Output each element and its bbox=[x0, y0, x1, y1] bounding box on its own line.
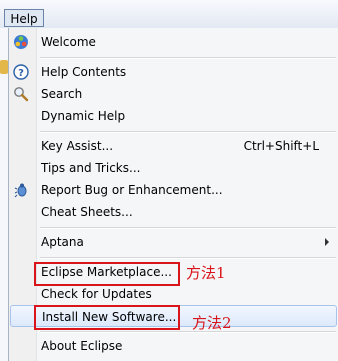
highlight-box-install-software bbox=[34, 305, 180, 330]
toolbar-icon bbox=[0, 60, 8, 74]
menu-separator bbox=[40, 227, 336, 229]
menu-item-label: Cheat Sheets... bbox=[41, 205, 133, 219]
help-menu-title[interactable]: Help bbox=[4, 9, 44, 27]
menu-item-check-for-updates[interactable]: Check for Updates bbox=[10, 283, 337, 305]
menu-item-welcome[interactable]: Welcome bbox=[10, 31, 337, 53]
annotation-method-1: 方法1 bbox=[186, 264, 226, 282]
menu-item-label: Key Assist... bbox=[41, 139, 114, 153]
svg-text:?: ? bbox=[18, 68, 24, 79]
menu-separator bbox=[40, 331, 336, 333]
menu-item-label: Tips and Tricks... bbox=[41, 161, 141, 175]
search-icon bbox=[14, 87, 29, 102]
menu-item-label: Dynamic Help bbox=[41, 109, 126, 123]
menu-separator bbox=[40, 131, 336, 133]
menu-item-label: About Eclipse bbox=[41, 339, 123, 353]
highlight-box-marketplace bbox=[34, 262, 180, 286]
help-question-icon: ? bbox=[13, 64, 29, 80]
menu-item-shortcut: Ctrl+Shift+L bbox=[243, 139, 319, 153]
menu-item-label: Report Bug or Enhancement... bbox=[41, 183, 223, 197]
menu-item-label: Check for Updates bbox=[41, 287, 152, 301]
menu-item-report-bug[interactable]: Report Bug or Enhancement... bbox=[10, 179, 337, 201]
menu-item-label: Aptana bbox=[41, 235, 84, 249]
submenu-arrow-icon bbox=[325, 238, 329, 246]
menu-separator bbox=[40, 57, 336, 59]
menu-bar: Help bbox=[0, 0, 338, 29]
menu-item-label: Help Contents bbox=[41, 65, 127, 79]
menu-item-tips-and-tricks[interactable]: Tips and Tricks... bbox=[10, 157, 337, 179]
menu-item-key-assist[interactable]: Key Assist... Ctrl+Shift+L bbox=[10, 135, 337, 157]
menu-item-help-contents[interactable]: ? Help Contents bbox=[10, 61, 337, 83]
annotation-method-2: 方法2 bbox=[192, 314, 232, 332]
menu-item-cheat-sheets[interactable]: Cheat Sheets... bbox=[10, 201, 337, 223]
welcome-icon bbox=[14, 35, 28, 49]
menu-item-about-eclipse[interactable]: About Eclipse bbox=[10, 335, 337, 357]
menu-item-label: Search bbox=[41, 87, 83, 101]
menu-separator bbox=[40, 257, 336, 259]
menu-item-search[interactable]: Search bbox=[10, 83, 337, 105]
bug-report-icon bbox=[14, 183, 27, 198]
menu-item-aptana[interactable]: Aptana bbox=[10, 231, 337, 253]
menu-item-label: Welcome bbox=[41, 35, 96, 49]
menu-item-dynamic-help[interactable]: Dynamic Help bbox=[10, 105, 337, 127]
